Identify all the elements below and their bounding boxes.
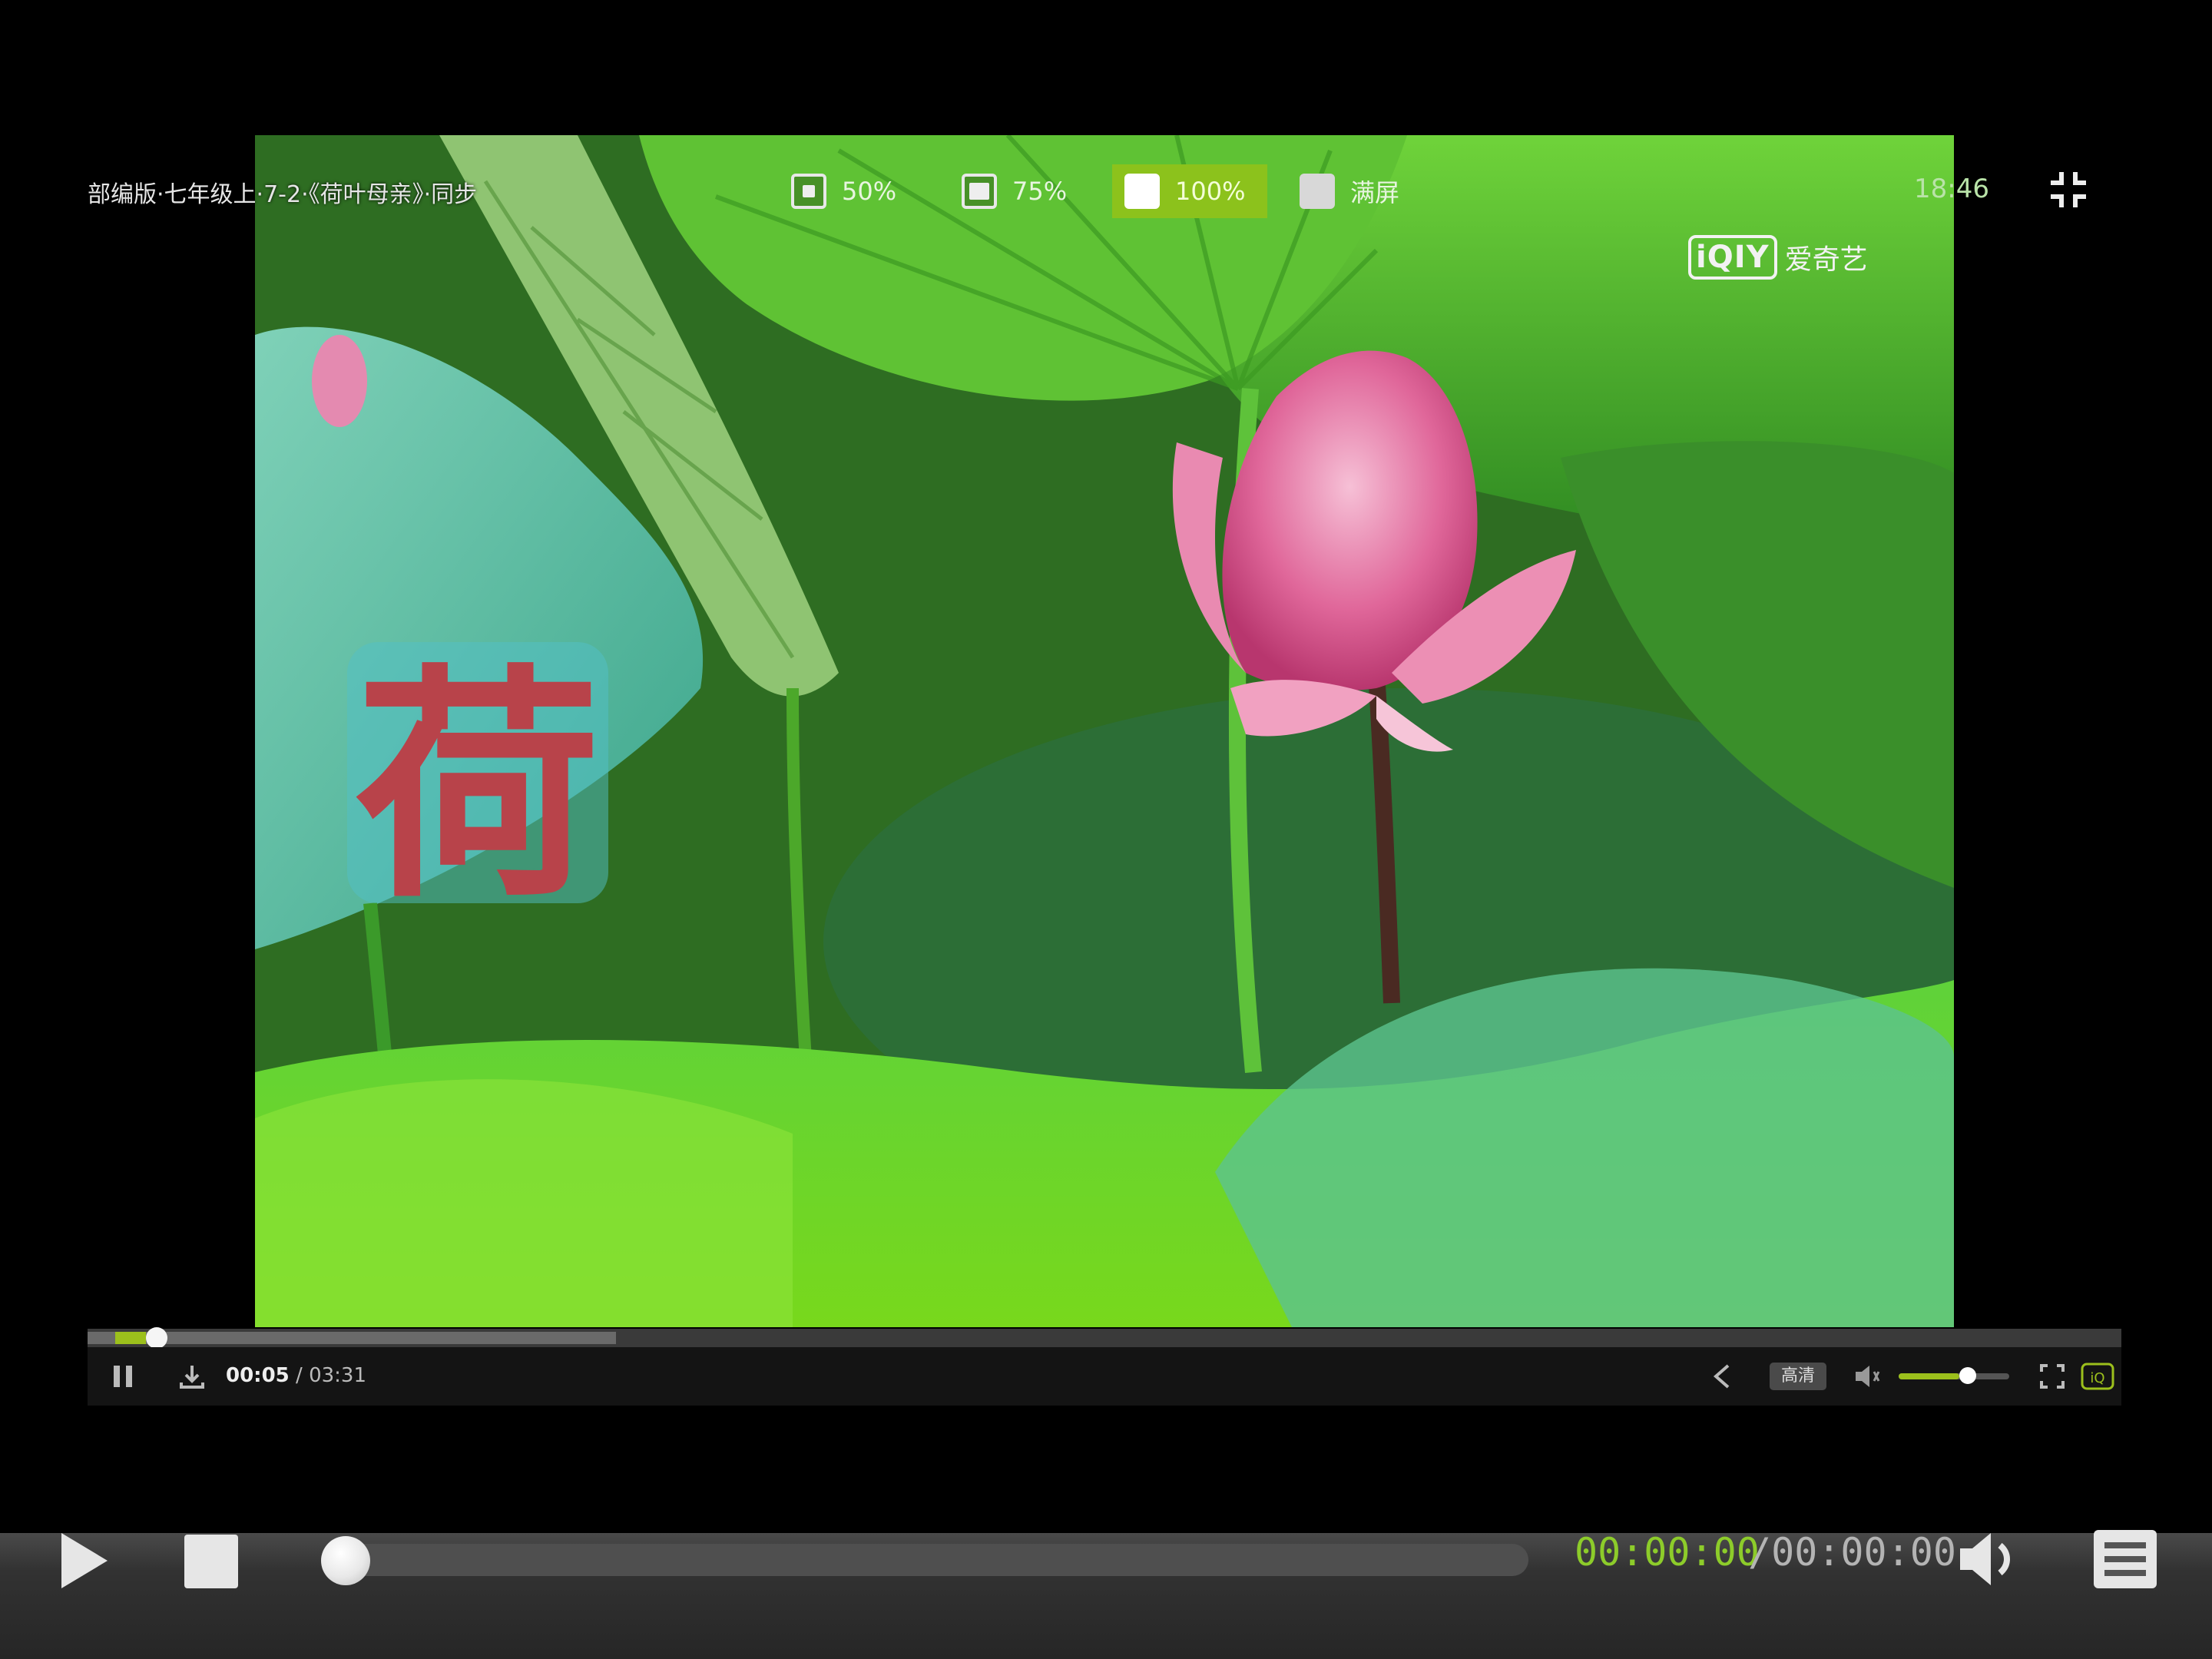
inner-volume-slider[interactable] xyxy=(1899,1367,2009,1384)
volume-icon[interactable] xyxy=(1957,1530,2018,1588)
svg-text:荷: 荷 xyxy=(355,645,601,931)
ratio-fill-button[interactable]: 满屏 xyxy=(1287,164,1412,218)
quality-button[interactable]: 高清 xyxy=(1770,1363,1826,1390)
ratio-50-icon xyxy=(791,174,826,209)
ratio-75-button[interactable]: 75% xyxy=(949,164,1079,218)
ratio-fill-icon xyxy=(1300,174,1335,209)
ratio-100-button[interactable]: 100% xyxy=(1112,164,1267,218)
volume-icon[interactable] xyxy=(1853,1361,1883,1392)
outer-total-time: /00:00:00 xyxy=(1748,1530,1956,1575)
inner-volume-handle[interactable] xyxy=(1959,1367,1977,1384)
video-scene: 荷 xyxy=(255,135,1954,1327)
ratio-100-icon xyxy=(1124,174,1160,209)
playlist-icon[interactable] xyxy=(2092,1528,2158,1590)
inner-time-separator: / xyxy=(296,1364,310,1387)
ratio-fill-label: 满屏 xyxy=(1350,178,1400,207)
ratio-50-label: 50% xyxy=(842,177,897,206)
fullscreen-icon[interactable] xyxy=(2037,1361,2068,1392)
stop-icon[interactable] xyxy=(183,1533,240,1590)
watermark-he-character: 荷 xyxy=(347,642,608,931)
outer-progress-handle[interactable] xyxy=(321,1536,370,1585)
iqiyi-brand: iQIY 爱奇艺 xyxy=(1688,235,1868,280)
exit-fullscreen-icon[interactable] xyxy=(2048,169,2089,210)
clock: 18:46 xyxy=(1914,174,1989,204)
iqiyi-logo-icon[interactable]: iQ xyxy=(2080,1361,2115,1392)
inner-volume-fill xyxy=(1899,1373,1960,1379)
inner-progress-bar[interactable] xyxy=(88,1327,2121,1349)
inner-time-display: 00:05 / 03:31 xyxy=(226,1364,366,1387)
outer-progress-bar[interactable] xyxy=(321,1536,1528,1585)
svg-text:iQ: iQ xyxy=(2090,1370,2104,1386)
share-icon[interactable] xyxy=(1707,1361,1737,1392)
inner-current-time: 00:05 xyxy=(226,1364,290,1387)
pause-icon[interactable] xyxy=(108,1361,138,1392)
video-title: 部编版·七年级上·7-2·《荷叶母亲》·同步 xyxy=(88,181,478,208)
video-frame[interactable]: 荷 xyxy=(255,135,1954,1327)
iqiyi-logo-mark: iQIY xyxy=(1688,235,1777,280)
ratio-75-icon xyxy=(962,174,997,209)
play-icon[interactable] xyxy=(54,1530,115,1591)
ratio-100-label: 100% xyxy=(1175,177,1246,206)
iqiyi-brand-name: 爱奇艺 xyxy=(1784,244,1868,276)
inner-progress-handle[interactable] xyxy=(145,1327,167,1349)
ratio-50-button[interactable]: 50% xyxy=(779,164,909,218)
ratio-75-label: 75% xyxy=(1012,177,1068,206)
inner-control-bar: 00:05 / 03:31 高清 iQ xyxy=(88,1347,2121,1406)
download-icon[interactable] xyxy=(177,1361,207,1392)
inner-total-time: 03:31 xyxy=(309,1364,366,1387)
inner-progress-played xyxy=(115,1332,146,1344)
outer-current-time: 00:00:00 xyxy=(1575,1530,1760,1575)
